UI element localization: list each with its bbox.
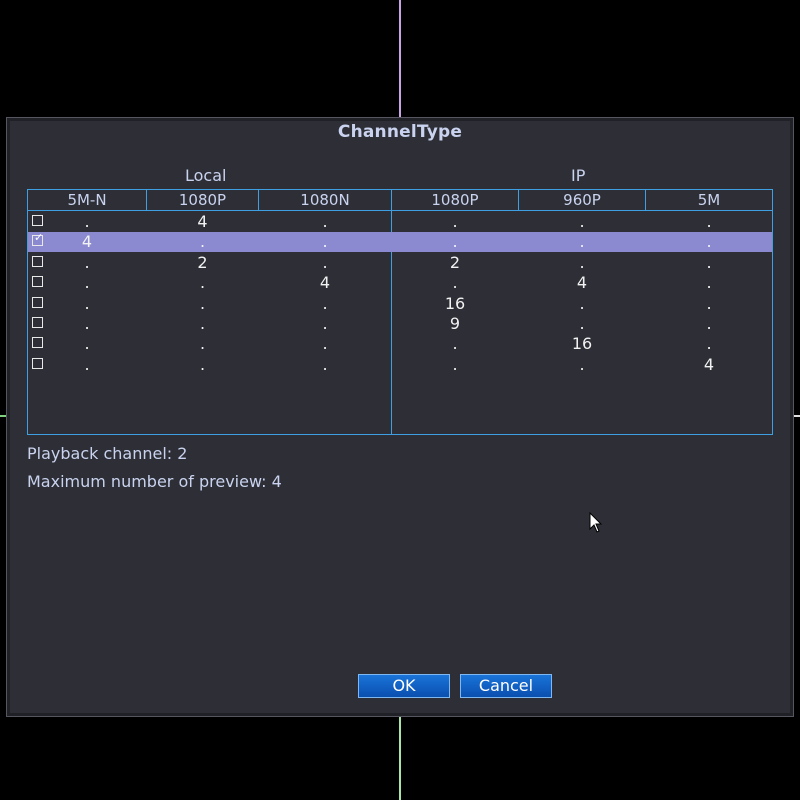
table-cell: . xyxy=(706,293,712,313)
table-cell: . xyxy=(84,293,90,313)
table-cell: 2 xyxy=(197,252,208,272)
table-cell: . xyxy=(706,334,712,354)
table-cell: . xyxy=(199,232,206,252)
table-cell: . xyxy=(199,314,206,333)
table-cell: 4 xyxy=(81,232,93,252)
table-cell: . xyxy=(579,212,585,231)
table-cell: . xyxy=(199,293,206,313)
dialog-title: ChannelType xyxy=(337,122,463,142)
table-cell: 16 xyxy=(444,293,466,313)
screen: ChannelType Local IP 5M-N 1080P 1080N 10… xyxy=(0,0,800,800)
table-cell: . xyxy=(84,354,90,374)
table-cell: . xyxy=(322,252,328,272)
column-header-ip-1080p: 1080P xyxy=(392,190,519,210)
table-cell: 4 xyxy=(319,273,331,293)
table-cell: . xyxy=(579,293,585,313)
ok-button[interactable]: OK xyxy=(358,674,450,698)
table-cell: . xyxy=(579,252,585,272)
ip-group-label: IP xyxy=(571,166,586,185)
table-cell: . xyxy=(84,212,90,231)
table-cell: . xyxy=(579,354,585,374)
table-cell: . xyxy=(84,252,90,272)
table-cell: . xyxy=(706,252,712,272)
column-header-1080n: 1080N xyxy=(300,191,350,209)
table-cell: . xyxy=(452,354,458,374)
table-cell: . xyxy=(579,314,585,333)
table-cell: . xyxy=(199,273,206,293)
channel-table: 5M-N 1080P 1080N 1080P 960P 5M . 4.... ✓ 4.… xyxy=(27,189,773,435)
table-cell: . xyxy=(322,334,328,354)
table-cell: . xyxy=(706,212,712,231)
table-cell: 16 xyxy=(571,334,593,354)
crosshair-line xyxy=(399,0,401,118)
table-row[interactable]: . 4.... xyxy=(28,212,772,232)
local-group-label: Local xyxy=(185,166,227,185)
table-cell: 4 xyxy=(197,212,208,231)
table-header: 5M-N 1080P 1080N 1080P 960P 5M xyxy=(28,190,772,211)
table-cell: . xyxy=(452,232,458,252)
table-cell: . xyxy=(452,334,458,354)
table-cell: . xyxy=(706,314,712,333)
column-header-5m-n: 5M-N xyxy=(28,190,147,210)
column-header-5m: 5M xyxy=(697,191,721,209)
playback-channel-text: Playback channel: 2 xyxy=(27,444,188,463)
table-cell: . xyxy=(452,273,458,293)
table-cell: . xyxy=(84,273,90,293)
table-cell: 2 xyxy=(449,252,461,272)
column-header-local-1080p: 1080P xyxy=(147,190,259,210)
column-header-960p: 960P xyxy=(519,190,646,210)
table-cell: . xyxy=(322,212,328,231)
mouse-pointer-icon xyxy=(589,512,603,533)
table-row[interactable]: . 2. 2.. xyxy=(28,253,772,273)
table-cell: . xyxy=(579,232,585,252)
channel-type-dialog: ChannelType Local IP 5M-N 1080P 1080N 10… xyxy=(6,117,794,717)
table-row[interactable]: ... 9.. xyxy=(28,314,772,334)
table-cell: 4 xyxy=(703,354,715,374)
table-row[interactable]: .... 16. xyxy=(28,334,772,354)
table-cell: . xyxy=(322,293,328,313)
table-cell: 4 xyxy=(576,273,588,293)
table-cell: . xyxy=(322,354,328,374)
table-cell: . xyxy=(84,314,90,333)
table-cell: . xyxy=(322,314,328,333)
table-cell: . xyxy=(452,212,458,231)
table-cell: 9 xyxy=(449,314,461,333)
table-row[interactable]: .. 4. 4. xyxy=(28,273,772,293)
table-cell: . xyxy=(199,334,206,354)
table-cell: . xyxy=(322,232,328,252)
table-cell: . xyxy=(706,232,712,252)
table-cell: . xyxy=(199,354,206,374)
table-cell: . xyxy=(84,334,90,354)
table-row[interactable]: ..... 4 xyxy=(28,355,772,375)
cancel-button[interactable]: Cancel xyxy=(460,674,552,698)
table-row[interactable]: ✓ 4..... xyxy=(28,231,772,253)
table-row[interactable]: ... 16.. xyxy=(28,294,772,314)
crosshair-line xyxy=(399,716,401,800)
crosshair-line xyxy=(794,415,800,417)
table-cell: . xyxy=(706,273,712,293)
max-preview-text: Maximum number of preview: 4 xyxy=(27,472,282,491)
